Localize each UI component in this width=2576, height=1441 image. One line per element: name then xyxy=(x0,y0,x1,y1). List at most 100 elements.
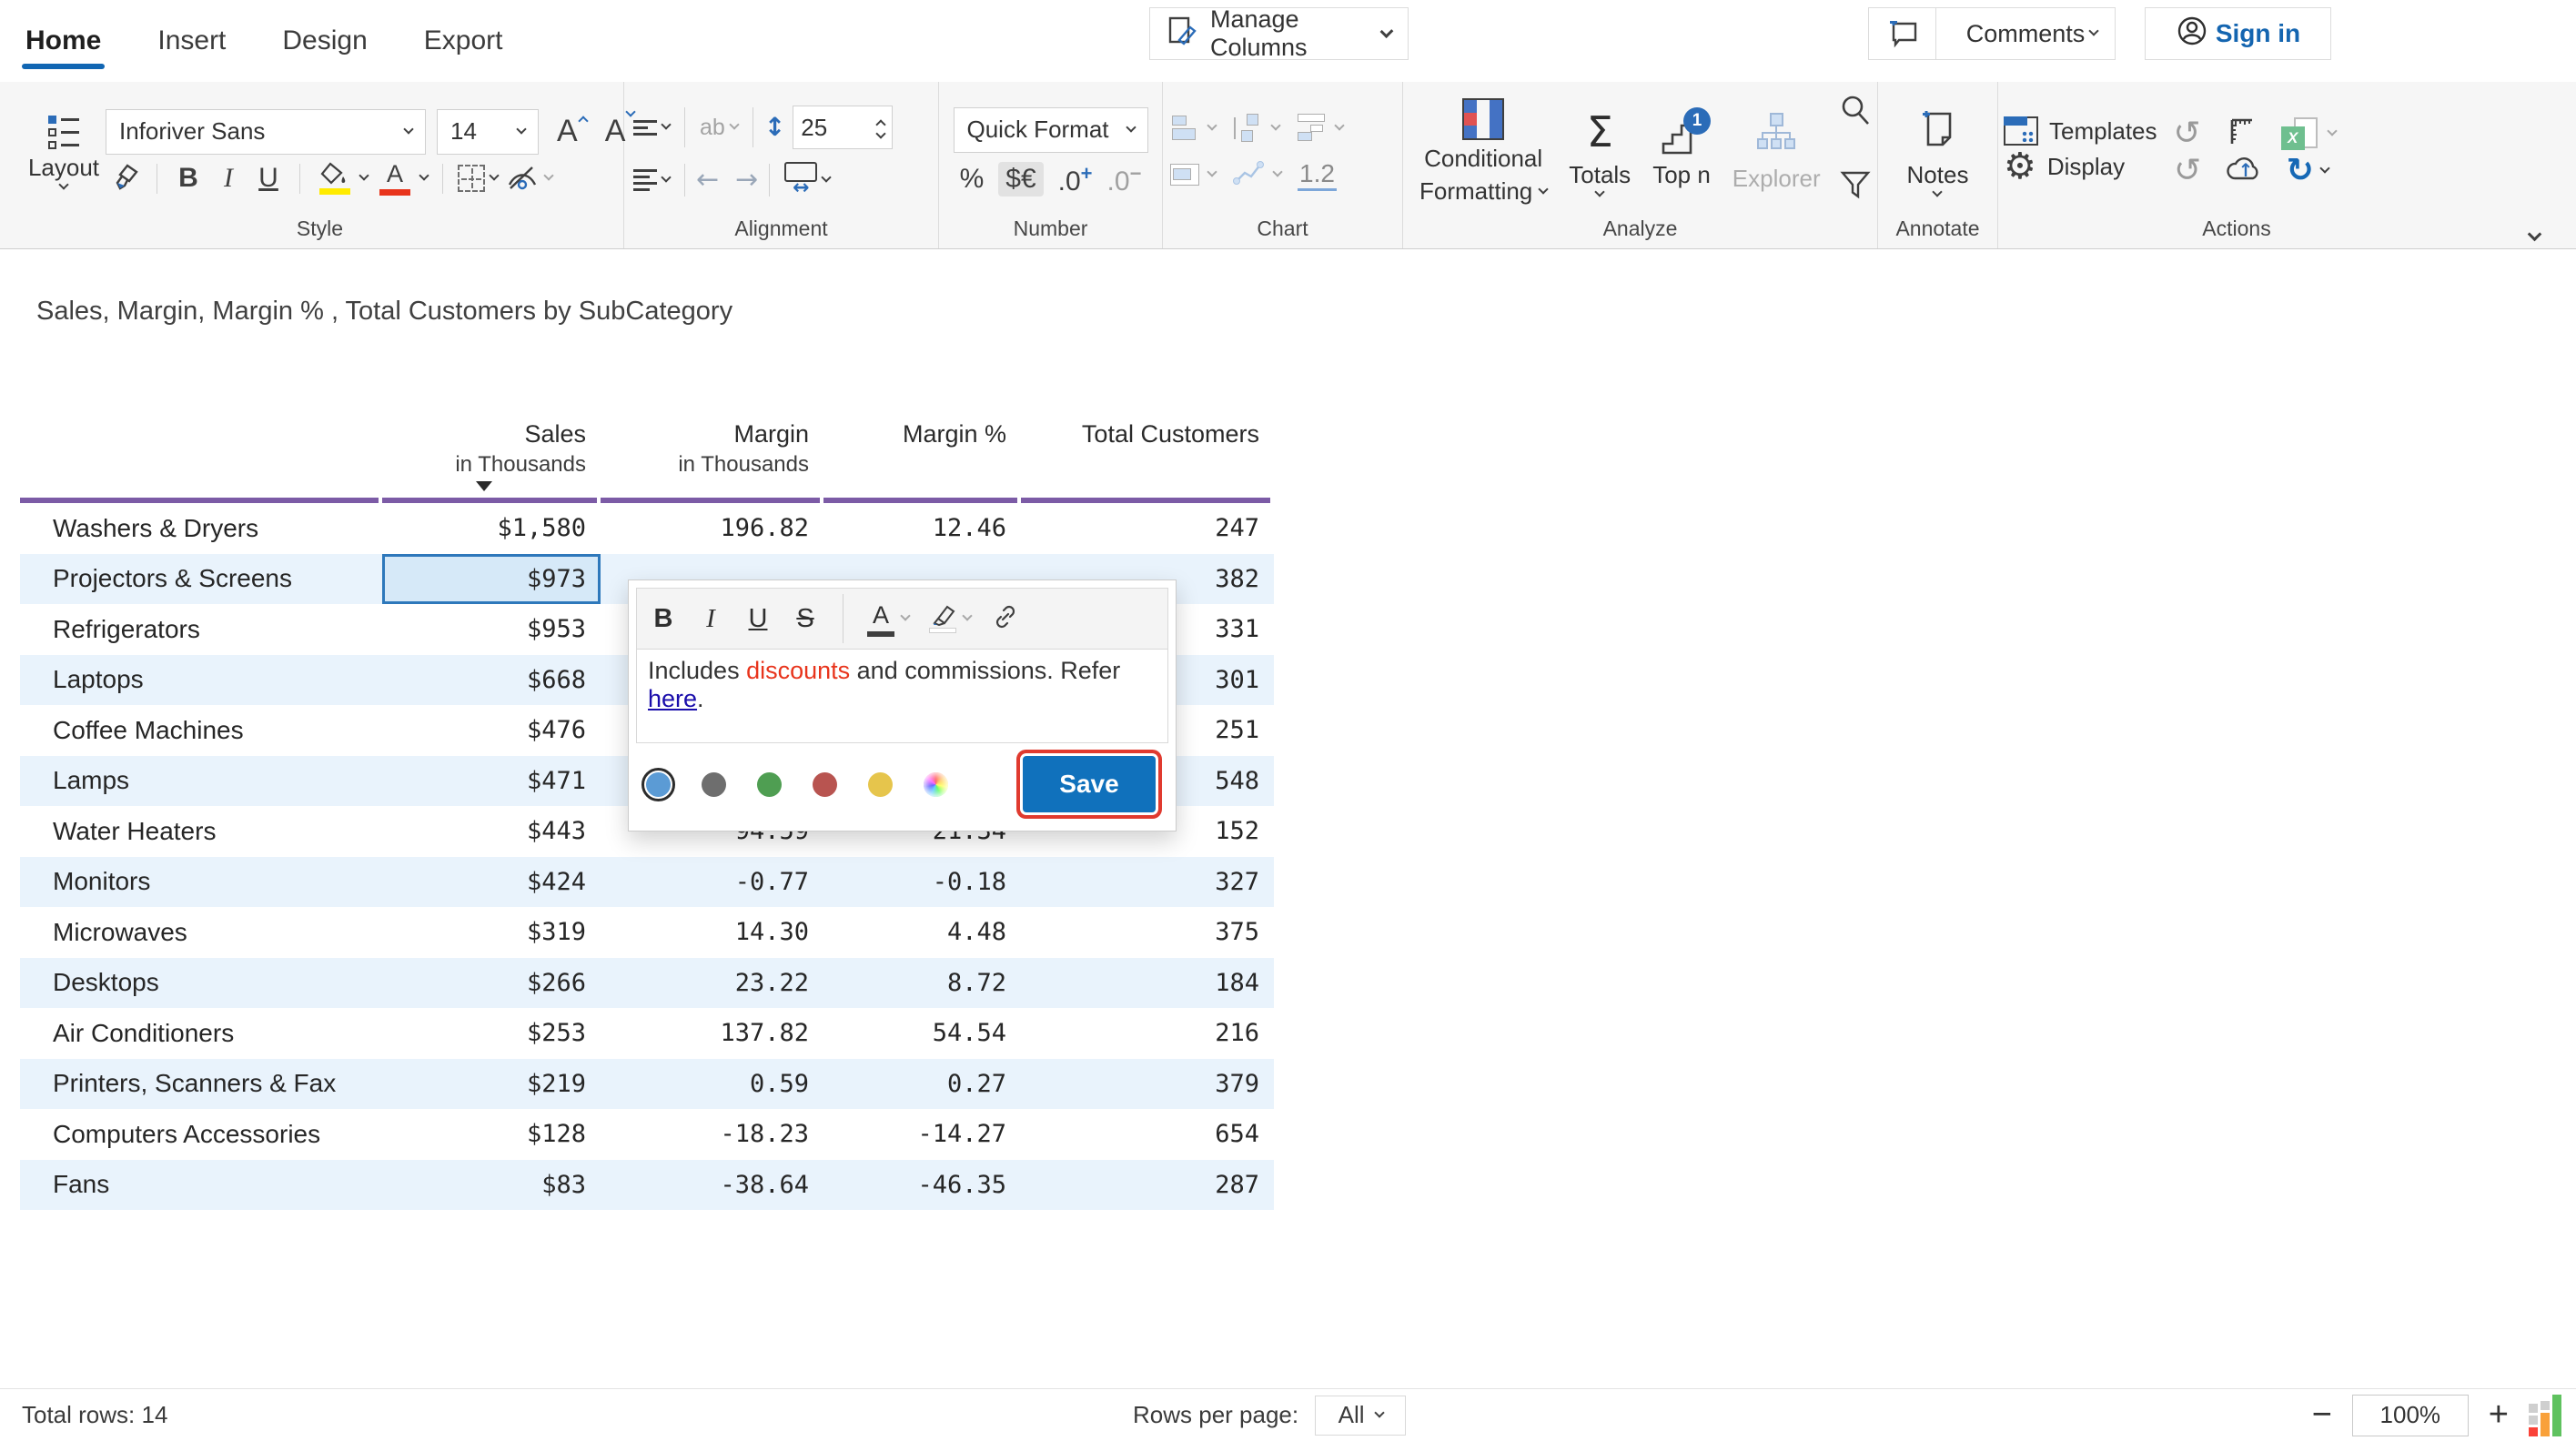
row-height-stepper[interactable]: 25 xyxy=(793,106,893,149)
display-button[interactable]: ⚙ Display xyxy=(2004,146,2157,187)
cell-category[interactable]: Washers & Dryers xyxy=(20,514,382,543)
ruler-icon[interactable] xyxy=(2225,115,2258,152)
cell-customers[interactable]: 216 xyxy=(1021,1008,1274,1059)
cell-margin[interactable]: 14.30 xyxy=(601,907,823,958)
tab-insert[interactable]: Insert xyxy=(156,7,227,75)
swatch-multicolor[interactable] xyxy=(919,768,953,801)
quick-format-select[interactable]: Quick Format xyxy=(954,107,1148,153)
cell-margin[interactable]: -38.64 xyxy=(601,1160,823,1211)
cell-sales[interactable]: $266 xyxy=(382,958,601,1009)
cell-sales-selected[interactable]: $973 xyxy=(382,554,601,605)
totals-button[interactable]: Σ Totals xyxy=(1558,89,1642,215)
hide-formatting-button[interactable] xyxy=(501,163,556,194)
swatch-yellow[interactable] xyxy=(864,768,897,801)
vertical-align-button[interactable] xyxy=(630,120,673,136)
top-n-button[interactable]: 1 Top n xyxy=(1642,89,1722,215)
cell-category[interactable]: Microwaves xyxy=(20,918,382,947)
cell-category[interactable]: Desktops xyxy=(20,968,382,997)
zoom-out-button[interactable]: − xyxy=(2312,1396,2332,1435)
fill-color-button[interactable] xyxy=(311,162,371,195)
cell-sales[interactable]: $219 xyxy=(382,1059,601,1110)
cell-margin[interactable]: 196.82 xyxy=(601,503,823,554)
format-painter-button[interactable] xyxy=(106,162,146,195)
filter-button[interactable] xyxy=(1837,168,1874,209)
cell-margin[interactable]: 23.22 xyxy=(601,958,823,1009)
cell-customers[interactable]: 327 xyxy=(1021,857,1274,908)
underline-button[interactable]: U xyxy=(248,163,288,194)
cell-category[interactable]: Coffee Machines xyxy=(20,716,382,745)
cell-category[interactable]: Air Conditioners xyxy=(20,1019,382,1048)
cell-category[interactable]: Water Heaters xyxy=(20,817,382,846)
cell-category[interactable]: Computers Accessories xyxy=(20,1120,382,1149)
search-button[interactable] xyxy=(1837,93,1874,134)
cell-customers[interactable]: 379 xyxy=(1021,1059,1274,1110)
cell-category[interactable]: Printers, Scanners & Fax xyxy=(20,1069,382,1098)
increase-decimal-button[interactable]: .0+ xyxy=(1058,162,1093,197)
cell-margin[interactable]: 0.59 xyxy=(601,1059,823,1110)
font-color-button[interactable]: A xyxy=(867,601,909,637)
italic-button[interactable]: I xyxy=(697,604,724,634)
strikethrough-button[interactable]: S xyxy=(792,604,819,634)
cell-category[interactable]: Fans xyxy=(20,1170,382,1199)
stepper-down-icon[interactable] xyxy=(876,128,886,138)
currency-format-button[interactable]: $€ xyxy=(998,162,1043,196)
cell-category[interactable]: Refrigerators xyxy=(20,615,382,644)
cell-sales[interactable]: $953 xyxy=(382,604,601,655)
header-total-customers[interactable]: Total Customers xyxy=(1021,420,1274,496)
comments-button-group[interactable]: Comments xyxy=(1868,7,2116,60)
font-color-button[interactable]: A xyxy=(371,162,431,196)
cell-customers[interactable]: 184 xyxy=(1021,958,1274,1009)
insert-link-button[interactable] xyxy=(991,602,1020,636)
notes-button[interactable]: Notes xyxy=(1896,108,1980,196)
tab-home[interactable]: Home xyxy=(24,7,103,75)
cell-category[interactable]: Laptops xyxy=(20,665,382,694)
cell-margin[interactable]: 137.82 xyxy=(601,1008,823,1059)
cell-customers[interactable]: 287 xyxy=(1021,1160,1274,1211)
swatch-gray[interactable] xyxy=(697,768,731,801)
cell-margin[interactable]: -0.77 xyxy=(601,857,823,908)
cell-sales[interactable]: $1,580 xyxy=(382,503,601,554)
templates-button[interactable]: Templates xyxy=(2004,116,2157,146)
underline-button[interactable]: U xyxy=(744,604,772,634)
merge-cells-button[interactable]: ↔ xyxy=(781,162,833,198)
excel-export-button[interactable]: X xyxy=(2281,117,2318,150)
horizontal-align-button[interactable] xyxy=(630,169,673,191)
font-name-select[interactable]: Inforiver Sans xyxy=(106,109,426,155)
grow-font-button[interactable]: A xyxy=(557,114,587,149)
cell-sales[interactable]: $83 xyxy=(382,1160,601,1211)
cell-customers[interactable]: 375 xyxy=(1021,907,1274,958)
swatch-green[interactable] xyxy=(753,768,786,801)
cell-sales[interactable]: $128 xyxy=(382,1109,601,1160)
cell-sales[interactable]: $668 xyxy=(382,655,601,706)
cell-category[interactable]: Monitors xyxy=(20,867,382,896)
cloud-upload-button[interactable]: ↑ xyxy=(2225,153,2263,188)
swatch-blue-selected[interactable] xyxy=(641,768,675,801)
cell-category[interactable]: Projectors & Screens xyxy=(20,564,382,593)
sign-in-button[interactable]: Sign in xyxy=(2145,7,2331,60)
cell-customers[interactable]: 654 xyxy=(1021,1109,1274,1160)
header-category[interactable] xyxy=(20,420,382,496)
cell-margin-pct[interactable]: 54.54 xyxy=(823,1008,1021,1059)
note-text-editor[interactable]: Includes discounts and commissions. Refe… xyxy=(636,650,1168,743)
cell-category[interactable]: Lamps xyxy=(20,766,382,795)
font-size-select[interactable]: 14 xyxy=(437,109,539,155)
conditional-formatting-button[interactable]: Conditional Formatting xyxy=(1409,89,1558,215)
add-comment-icon[interactable] xyxy=(1869,8,1936,59)
tab-design[interactable]: Design xyxy=(280,7,369,75)
cell-margin-pct[interactable]: -14.27 xyxy=(823,1109,1021,1160)
highlight-color-button[interactable] xyxy=(929,604,971,633)
tab-export[interactable]: Export xyxy=(422,7,505,75)
cell-sales[interactable]: $443 xyxy=(382,806,601,857)
cell-margin-pct[interactable]: 0.27 xyxy=(823,1059,1021,1110)
swatch-red[interactable] xyxy=(808,768,842,801)
italic-button[interactable]: I xyxy=(208,163,248,194)
header-margin-pct[interactable]: Margin % xyxy=(823,420,1021,496)
cell-margin-pct[interactable]: 4.48 xyxy=(823,907,1021,958)
cell-margin-pct[interactable]: -46.35 xyxy=(823,1160,1021,1211)
cell-sales[interactable]: $424 xyxy=(382,857,601,908)
header-margin[interactable]: Margin in Thousands xyxy=(601,420,823,496)
save-button[interactable]: Save xyxy=(1023,756,1156,812)
note-hyperlink[interactable]: here xyxy=(648,685,697,712)
percent-format-button[interactable]: % xyxy=(960,164,985,195)
cell-margin-pct[interactable]: -0.18 xyxy=(823,857,1021,908)
